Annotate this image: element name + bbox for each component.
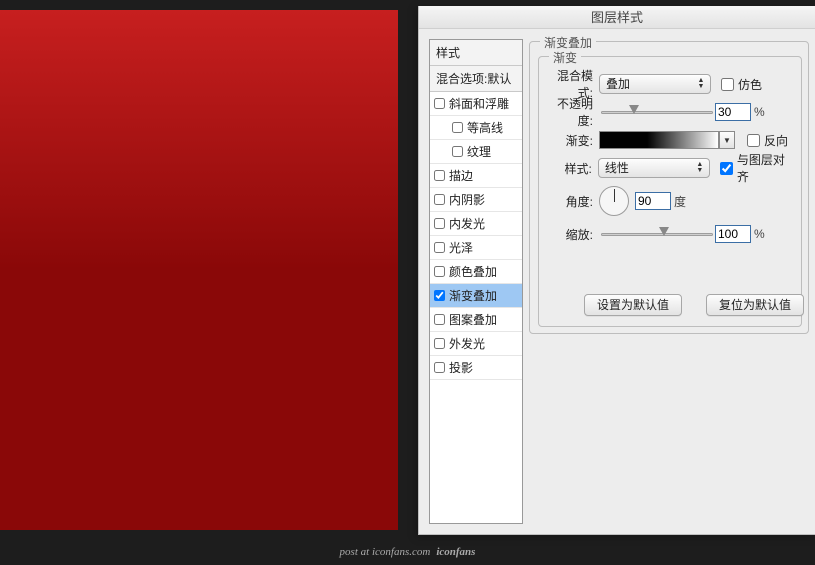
angle-dial[interactable]: [599, 186, 629, 216]
gradient-overlay-group: 渐变叠加 渐变 混合模式: 叠加 ▲▼ 仿色: [529, 41, 809, 334]
opacity-unit: %: [754, 105, 765, 119]
style-item[interactable]: 图案叠加: [430, 308, 522, 332]
dialog-title: 图层样式: [419, 6, 815, 29]
style-item-checkbox[interactable]: [434, 338, 445, 349]
scale-unit: %: [754, 227, 765, 241]
blend-options-header[interactable]: 混合选项:默认: [430, 66, 522, 92]
dither-checkbox[interactable]: [721, 78, 734, 91]
style-item-label: 等高线: [467, 119, 503, 136]
style-item-checkbox[interactable]: [452, 122, 463, 133]
style-item-label: 光泽: [449, 239, 473, 256]
style-item-label: 渐变叠加: [449, 287, 497, 304]
style-item[interactable]: 斜面和浮雕: [430, 92, 522, 116]
scale-input[interactable]: [715, 225, 751, 243]
canvas-preview: [0, 10, 398, 530]
style-item-checkbox[interactable]: [434, 266, 445, 277]
gradient-dropdown-icon[interactable]: ▼: [719, 131, 735, 149]
label-style: 样式:: [545, 160, 598, 177]
make-default-button[interactable]: 设置为默认值: [584, 294, 682, 316]
gradient-group: 渐变 混合模式: 叠加 ▲▼ 仿色 不透明度:: [538, 56, 802, 327]
style-item[interactable]: 内发光: [430, 212, 522, 236]
footer-site: iconfans.com: [372, 546, 430, 558]
angle-input[interactable]: [635, 192, 671, 210]
options-panel: 渐变叠加 渐变 混合模式: 叠加 ▲▼ 仿色: [529, 29, 815, 534]
style-item-checkbox[interactable]: [434, 362, 445, 373]
style-item-label: 外发光: [449, 335, 485, 352]
style-item[interactable]: 内阴影: [430, 188, 522, 212]
group-legend-inner: 渐变: [549, 49, 581, 66]
style-item-checkbox[interactable]: [434, 194, 445, 205]
style-item[interactable]: 投影: [430, 356, 522, 380]
label-gradient: 渐变:: [545, 132, 599, 149]
align-label: 与图层对齐: [737, 151, 795, 185]
style-item[interactable]: 等高线: [430, 116, 522, 140]
chevron-updown-icon: ▲▼: [696, 77, 706, 91]
style-item-label: 斜面和浮雕: [449, 95, 509, 112]
style-item-checkbox[interactable]: [434, 218, 445, 229]
scale-slider[interactable]: [601, 226, 713, 242]
style-item[interactable]: 渐变叠加: [430, 284, 522, 308]
style-list-header[interactable]: 样式: [430, 40, 522, 66]
style-item-checkbox[interactable]: [434, 242, 445, 253]
style-item-label: 内发光: [449, 215, 485, 232]
footer-prefix: post at: [340, 546, 370, 558]
style-item-checkbox[interactable]: [434, 290, 445, 301]
label-opacity: 不透明度:: [545, 95, 599, 129]
chevron-updown-icon: ▲▼: [695, 161, 705, 175]
style-item-checkbox[interactable]: [434, 170, 445, 181]
style-item[interactable]: 颜色叠加: [430, 260, 522, 284]
style-item-label: 颜色叠加: [449, 263, 497, 280]
layer-style-dialog: 图层样式 样式 混合选项:默认 斜面和浮雕等高线纹理描边内阴影内发光光泽颜色叠加…: [418, 6, 815, 535]
label-angle: 角度:: [545, 193, 599, 210]
gradient-swatch[interactable]: ▼: [599, 131, 719, 149]
align-checkbox[interactable]: [720, 162, 733, 175]
gradient-style-select[interactable]: 线性 ▲▼: [598, 158, 710, 178]
style-item-label: 内阴影: [449, 191, 485, 208]
label-scale: 缩放:: [545, 226, 599, 243]
style-item[interactable]: 外发光: [430, 332, 522, 356]
blend-mode-select[interactable]: 叠加 ▲▼: [599, 74, 711, 94]
reset-default-button[interactable]: 复位为默认值: [706, 294, 804, 316]
style-item-label: 纹理: [467, 143, 491, 160]
style-list: 样式 混合选项:默认 斜面和浮雕等高线纹理描边内阴影内发光光泽颜色叠加渐变叠加图…: [429, 39, 523, 524]
reverse-label: 反向: [764, 132, 788, 149]
dither-label: 仿色: [738, 76, 762, 93]
style-item[interactable]: 光泽: [430, 236, 522, 260]
footer: post at iconfans.com iconfans: [0, 539, 815, 565]
style-item-label: 图案叠加: [449, 311, 497, 328]
style-item-checkbox[interactable]: [434, 98, 445, 109]
style-item-checkbox[interactable]: [434, 314, 445, 325]
reverse-checkbox[interactable]: [747, 134, 760, 147]
style-item[interactable]: 描边: [430, 164, 522, 188]
opacity-input[interactable]: [715, 103, 751, 121]
opacity-slider[interactable]: [601, 104, 713, 120]
style-item-checkbox[interactable]: [452, 146, 463, 157]
style-item-label: 描边: [449, 167, 473, 184]
style-item-label: 投影: [449, 359, 473, 376]
footer-brand: iconfans: [436, 546, 475, 558]
angle-unit: 度: [674, 193, 686, 210]
style-item[interactable]: 纹理: [430, 140, 522, 164]
